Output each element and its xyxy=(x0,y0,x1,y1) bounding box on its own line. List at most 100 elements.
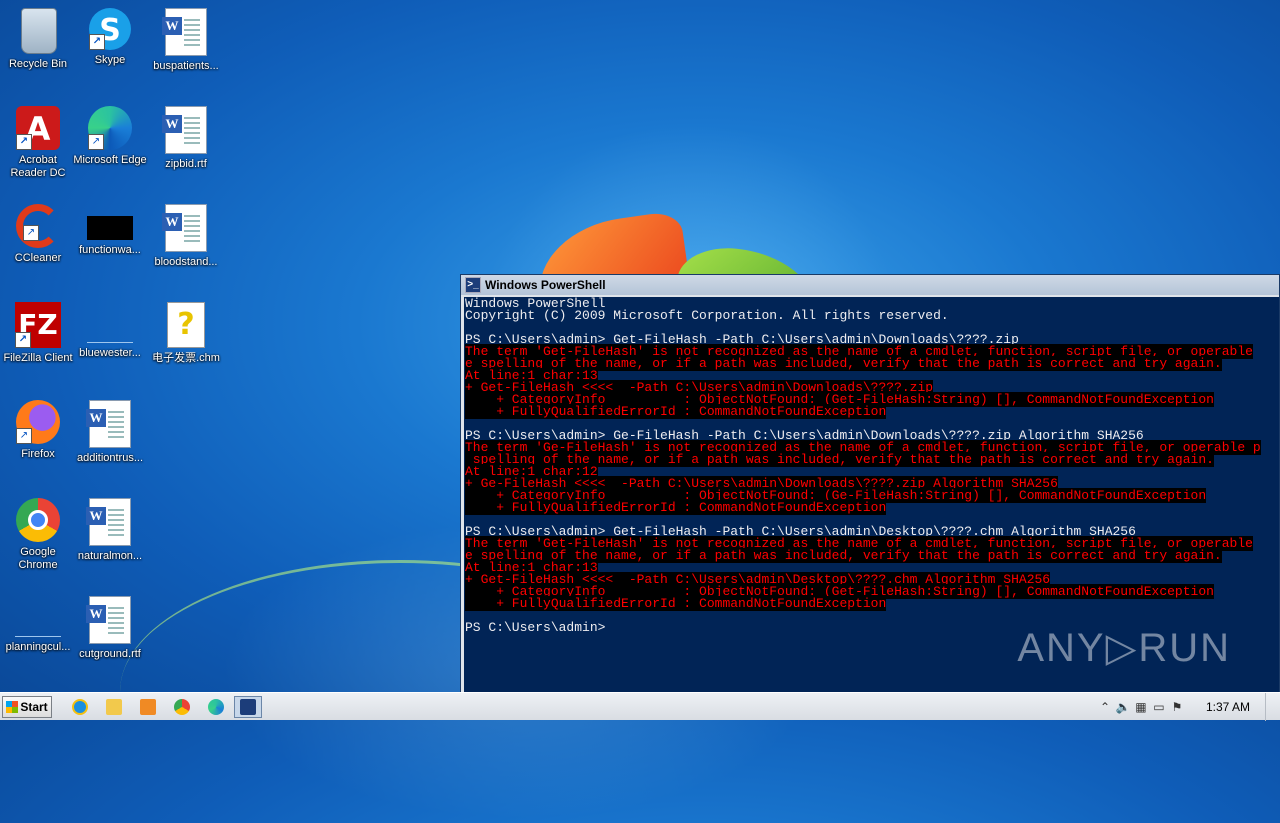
anyrun-watermark: ANY▷RUN xyxy=(1017,626,1231,670)
desktop-icon-recycle-bin[interactable]: Recycle Bin xyxy=(0,8,76,71)
acrobat-icon: A ↗ xyxy=(16,106,60,150)
desktop-icon-label: bluewester... xyxy=(79,347,141,359)
windows-logo-icon xyxy=(6,701,19,713)
taskbar-powershell-button[interactable] xyxy=(234,696,262,718)
desktop-icon-label: naturalmon... xyxy=(77,550,143,562)
console-line-text: + FullyQualifiedErrorId : CommandNotFoun… xyxy=(465,404,887,419)
console-error-line: + FullyQualifiedErrorId : CommandNotFoun… xyxy=(465,596,1279,611)
desktop-icon-label: cutground.rtf xyxy=(79,648,141,660)
window-titlebar[interactable]: >_ Windows PowerShell xyxy=(461,275,1279,295)
ccleaner-icon: ↗ xyxy=(16,204,60,248)
console-output: Windows PowerShell Copyright (C) 2009 Mic… xyxy=(464,297,1279,634)
desktop-icon-chm[interactable]: ? 电子发票.chm xyxy=(148,302,224,365)
desktop-icon-label: FileZilla Client xyxy=(3,352,73,364)
taskbar-chrome-button[interactable] xyxy=(168,696,196,718)
desktop-icon-label: CCleaner xyxy=(14,252,62,264)
media-player-icon xyxy=(140,699,156,715)
internet-explorer-icon xyxy=(72,699,88,715)
file-thumbnail-icon xyxy=(87,216,133,240)
help-file-icon: ? xyxy=(167,302,205,348)
console-line-text: PS C:\Users\admin> xyxy=(465,620,606,635)
desktop-icon-firefox[interactable]: ↗ Firefox xyxy=(0,400,76,461)
word-document-icon: W xyxy=(86,498,131,546)
file-thumbnail-icon xyxy=(15,596,61,637)
shortcut-arrow-icon: ↗ xyxy=(16,428,32,444)
desktop-icon-label: functionwa... xyxy=(79,244,141,256)
skype-icon: S ↗ xyxy=(89,8,131,50)
network-icon[interactable]: ▦ xyxy=(1132,700,1150,714)
filezilla-icon: FZ ↗ xyxy=(15,302,61,348)
desktop-icon-planningcul[interactable]: planningcul... xyxy=(0,596,76,654)
chrome-icon xyxy=(174,699,190,715)
system-tray: ⌃ 🔈 ▦ ▭ ⚑ 1:37 AM xyxy=(1096,693,1280,721)
edge-icon: ↗ xyxy=(88,106,132,150)
desktop-icon-cutground[interactable]: W cutground.rtf xyxy=(72,596,148,661)
show-desktop-button[interactable] xyxy=(1265,693,1280,721)
word-document-icon: W xyxy=(162,204,207,252)
console-line-text: + FullyQualifiedErrorId : CommandNotFoun… xyxy=(465,596,887,611)
taskbar-ie-button[interactable] xyxy=(66,696,94,718)
word-document-icon: W xyxy=(86,596,131,644)
desktop-icon-filezilla[interactable]: FZ ↗ FileZilla Client xyxy=(0,302,76,365)
desktop-icon-naturalmon[interactable]: W naturalmon... xyxy=(72,498,148,563)
desktop-icon-label: Skype xyxy=(94,54,126,66)
word-document-icon: W xyxy=(162,8,207,56)
desktop-icon-edge[interactable]: ↗ Microsoft Edge xyxy=(72,106,148,167)
console-error-line: + FullyQualifiedErrorId : CommandNotFoun… xyxy=(465,500,1279,515)
desktop-icon-label: Microsoft Edge xyxy=(73,154,147,166)
taskbar-explorer-button[interactable] xyxy=(100,696,128,718)
console-error-line: + FullyQualifiedErrorId : CommandNotFoun… xyxy=(465,404,1279,419)
desktop-icon-ccleaner[interactable]: ↗ CCleaner xyxy=(0,204,76,265)
word-document-icon: W xyxy=(162,106,207,154)
shortcut-arrow-icon: ↗ xyxy=(89,34,105,50)
clock[interactable]: 1:37 AM xyxy=(1206,700,1250,714)
folder-icon xyxy=(106,699,122,715)
shortcut-arrow-icon: ↗ xyxy=(15,332,31,348)
powershell-icon xyxy=(240,699,256,715)
desktop-icon-label: Firefox xyxy=(21,448,55,460)
display-icon[interactable]: ▭ xyxy=(1150,700,1168,714)
console-line: Copyright (C) 2009 Microsoft Corporation… xyxy=(465,308,1279,323)
shortcut-arrow-icon: ↗ xyxy=(88,134,104,150)
shortcut-arrow-icon: ↗ xyxy=(23,225,39,241)
action-center-flag-icon[interactable]: ⚑ xyxy=(1168,700,1186,714)
chrome-icon xyxy=(16,498,60,542)
volume-icon[interactable]: 🔈 xyxy=(1114,700,1132,714)
desktop-icon-acrobat[interactable]: A ↗ Acrobat Reader DC xyxy=(0,106,76,180)
console-area[interactable]: Windows PowerShell Copyright (C) 2009 Mic… xyxy=(464,297,1279,693)
desktop-icon-buspatients[interactable]: W buspatients... xyxy=(148,8,224,73)
desktop-icon-label: planningcul... xyxy=(5,641,71,653)
powershell-icon: >_ xyxy=(465,277,481,293)
desktop-icon-chrome[interactable]: Google Chrome xyxy=(0,498,76,572)
show-hidden-icons-icon[interactable]: ⌃ xyxy=(1096,700,1114,714)
desktop-icon-zipbid[interactable]: W zipbid.rtf xyxy=(148,106,224,171)
start-button[interactable]: Start xyxy=(2,696,52,718)
taskbar-media-button[interactable] xyxy=(134,696,162,718)
desktop-icon-bluewester[interactable]: bluewester... xyxy=(72,302,148,360)
window-title: Windows PowerShell xyxy=(485,278,606,292)
firefox-icon: ↗ xyxy=(16,400,60,444)
edge-icon xyxy=(208,699,224,715)
recycle-bin-icon xyxy=(21,8,57,54)
desktop-icon-label: Google Chrome xyxy=(18,546,58,571)
powershell-window[interactable]: >_ Windows PowerShell Windows PowerShell… xyxy=(460,274,1280,694)
desktop-icon-label: Acrobat Reader DC xyxy=(10,154,66,179)
desktop-icon-bloodstand[interactable]: W bloodstand... xyxy=(148,204,224,269)
taskbar: Start ⌃ 🔈 ▦ ▭ ⚑ 1:37 AM xyxy=(0,692,1280,721)
console-line-text: Copyright (C) 2009 Microsoft Corporation… xyxy=(465,308,949,323)
desktop-icon-label: buspatients... xyxy=(153,60,219,72)
desktop-icon-label: zipbid.rtf xyxy=(165,158,207,170)
desktop-icon-label: additiontrus... xyxy=(76,452,144,464)
desktop-icon-label: 电子发票.chm xyxy=(152,352,220,364)
desktop-icon-label: bloodstand... xyxy=(154,256,218,268)
file-thumbnail-icon xyxy=(87,302,133,343)
desktop-icon-additiontrus[interactable]: W additiontrus... xyxy=(72,400,148,465)
console-line-text: + FullyQualifiedErrorId : CommandNotFoun… xyxy=(465,500,887,515)
taskbar-edge-button[interactable] xyxy=(202,696,230,718)
start-label: Start xyxy=(20,700,48,714)
desktop-icon-label: Recycle Bin xyxy=(8,58,68,70)
word-document-icon: W xyxy=(86,400,131,448)
desktop-icon-skype[interactable]: S ↗ Skype xyxy=(72,8,148,67)
shortcut-arrow-icon: ↗ xyxy=(16,134,32,150)
desktop-icon-functionwa[interactable]: functionwa... xyxy=(72,204,148,257)
